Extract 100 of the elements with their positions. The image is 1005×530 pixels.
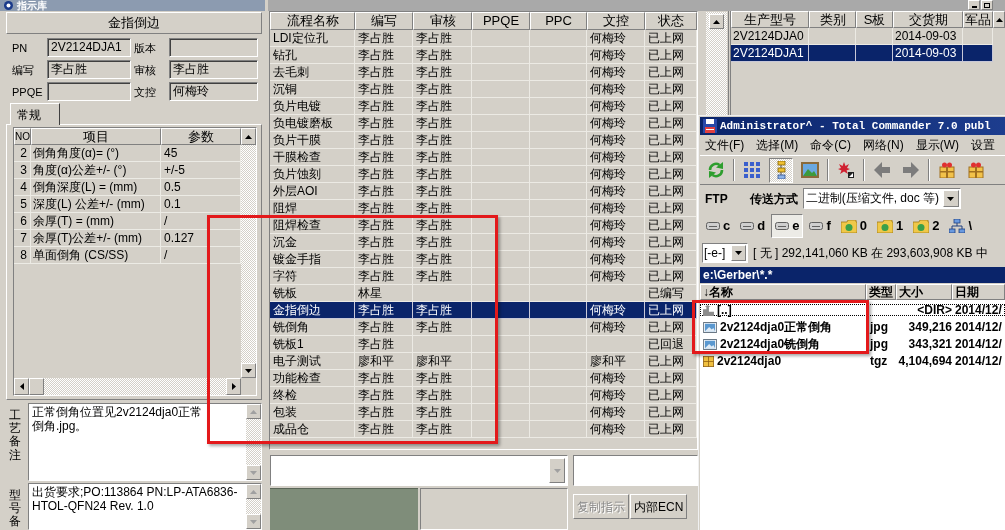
column-header[interactable]: 生产型号 (731, 11, 809, 28)
menu-item[interactable]: 显示(W) (915, 137, 959, 153)
table-row[interactable]: 沉铜 李占胜 李占胜 何梅玲 已上网 (270, 81, 697, 98)
table-row[interactable]: 终检 李占胜 李占胜 何梅玲 已上网 (270, 387, 697, 404)
menu-item[interactable]: 文件(F) (705, 137, 745, 153)
table-row[interactable]: 2V2124DJA0 2014-09-03 (731, 28, 993, 45)
triangle-up-icon (245, 134, 252, 139)
text-field[interactable]: 2V2124DJA1 (47, 38, 131, 57)
vertical-scrollbar[interactable] (706, 12, 727, 115)
column-header[interactable]: 类别 (809, 11, 856, 28)
column-header[interactable]: 状态 (645, 12, 697, 30)
file-row[interactable]: 2v2124dja0铣倒角 jpg 343,321 2014/12/ (700, 338, 1005, 350)
table-row[interactable]: 外层AOI 李占胜 李占胜 何梅玲 已上网 (270, 183, 697, 200)
table-row[interactable]: 电子测试 廖和平 廖和平 廖和平 已上网 (270, 353, 697, 370)
drive-button[interactable]: c (702, 214, 735, 238)
text-area[interactable]: 出货要求;PO:113864 PN:LP-ATA6836-HTOL-QFN24 Rev. 1.0 (28, 483, 262, 530)
table-row[interactable]: 阻焊 李占胜 李占胜 何梅玲 已上网 (270, 200, 697, 217)
maximize-icon (984, 2, 990, 8)
drive-button[interactable]: \ (945, 214, 977, 238)
column-header[interactable]: PPC (530, 12, 587, 30)
table-row[interactable]: 干膜检查 李占胜 李占胜 何梅玲 已上网 (270, 149, 697, 166)
file-row[interactable]: 2v2124dja0 tgz 4,104,694 2014/12/ (700, 355, 1005, 367)
table-row[interactable]: 负片蚀刻 李占胜 李占胜 何梅玲 已上网 (270, 166, 697, 183)
column-header[interactable]: 文控 (587, 12, 645, 30)
dropdown-button[interactable] (942, 190, 959, 207)
menu-item[interactable]: 选择(M) (756, 137, 799, 153)
menu-item[interactable]: 命令(C) (810, 137, 851, 153)
column-header[interactable]: 流程名称 (270, 12, 355, 30)
text-field[interactable]: 李占胜 (47, 60, 131, 79)
table-row[interactable]: 包装 李占胜 李占胜 何梅玲 已上网 (270, 404, 697, 421)
table-row[interactable]: 负电镀磨板 李占胜 李占胜 何梅玲 已上网 (270, 115, 697, 132)
scroll-down-button[interactable] (241, 363, 256, 378)
row-number: 8 (14, 247, 31, 264)
drive-combo[interactable]: [-e-] (702, 243, 748, 263)
minimize-button[interactable] (968, 0, 980, 10)
scroll-right-button[interactable] (226, 378, 241, 395)
scroll-left-button[interactable] (14, 378, 29, 395)
table-row[interactable]: 成品仓 李占胜 李占胜 何梅玲 已上网 (270, 421, 697, 438)
table-row[interactable]: 镀金手指 李占胜 李占胜 何梅玲 已上网 (270, 251, 697, 268)
table-row[interactable]: 阻焊检查 李占胜 李占胜 何梅玲 已上网 (270, 217, 697, 234)
table-row[interactable]: 2V2124DJA1 2014-09-03 (731, 45, 993, 62)
maximize-button[interactable] (981, 0, 993, 10)
horizontal-scrollbar[interactable] (14, 378, 241, 395)
scroll-up-button[interactable] (709, 14, 724, 29)
file-date: 2014/12/ (954, 355, 1003, 367)
table-row[interactable]: 铣倒角 李占胜 李占胜 何梅玲 已上网 (270, 319, 697, 336)
table-row[interactable]: 铣板1 李占胜 已回退 (270, 336, 697, 353)
table-row[interactable]: 功能检查 李占胜 李占胜 何梅玲 已上网 (270, 370, 697, 387)
drive-button[interactable]: 2 (909, 214, 944, 238)
scroll-up-button[interactable] (993, 11, 1005, 28)
action-button[interactable]: 内部ECN (630, 494, 688, 519)
column-header[interactable]: PPQE (472, 12, 530, 30)
column-header[interactable]: ↓名称 (700, 284, 866, 300)
column-header[interactable]: 参数 (161, 128, 241, 145)
table-row[interactable]: 沉金 李占胜 李占胜 何梅玲 已上网 (270, 234, 697, 251)
tree-view-button[interactable] (769, 157, 793, 183)
combo-box[interactable] (270, 455, 568, 486)
text-field[interactable] (573, 455, 698, 486)
text-field[interactable]: 何梅玲 (169, 82, 258, 101)
column-header[interactable]: 编写 (355, 12, 413, 30)
table-row[interactable]: 去毛刺 李占胜 李占胜 何梅玲 已上网 (270, 64, 697, 81)
table-row[interactable]: 金指倒边 李占胜 李占胜 何梅玲 已上网 (270, 302, 697, 319)
drive-button[interactable]: 0 (836, 214, 871, 238)
table-cell: 余厚(T)公差+/- (mm) (31, 230, 161, 247)
column-header[interactable]: 军品 (963, 11, 993, 28)
file-size: 349,216 (907, 321, 952, 333)
column-header[interactable]: 项目 (31, 128, 161, 145)
column-header[interactable]: 大小 (896, 284, 952, 300)
column-header[interactable]: 审核 (413, 12, 472, 30)
file-row[interactable]: [..] <DIR> 2014/12/ (700, 304, 1005, 316)
table-row[interactable]: 铣板 林星 已编写 (270, 285, 697, 302)
column-header[interactable]: 日期 (952, 284, 1005, 300)
note-label: 工艺备注 (9, 409, 21, 462)
text-area[interactable]: 正常倒角位置见2v2124dja0正常倒角.jpg。 (28, 403, 262, 481)
table-row[interactable]: 钻孔 李占胜 李占胜 何梅玲 已上网 (270, 47, 697, 64)
dropdown-button[interactable] (731, 245, 746, 261)
column-header[interactable]: 类型 (866, 284, 896, 300)
drive-button[interactable]: 1 (873, 214, 908, 238)
table-row[interactable]: 负片干膜 李占胜 李占胜 何梅玲 已上网 (270, 132, 697, 149)
vertical-scrollbar[interactable] (241, 128, 256, 378)
column-header[interactable]: S板 (856, 11, 893, 28)
menu-item[interactable]: 设置 (971, 137, 995, 153)
table-row[interactable]: 字符 李占胜 李占胜 何梅玲 已上网 (270, 268, 697, 285)
right-arrow-icon (903, 162, 919, 178)
scroll-up-button[interactable] (241, 128, 256, 145)
transfer-mode-combo[interactable]: 二进制(压缩文件, doc 等) (802, 188, 961, 209)
scroll-thumb[interactable] (29, 378, 44, 395)
text-field[interactable] (169, 38, 258, 57)
menu-item[interactable]: 网络(N) (863, 137, 904, 153)
table-row[interactable]: 负片电镀 李占胜 李占胜 何梅玲 已上网 (270, 98, 697, 115)
file-row[interactable]: 2v2124dja0正常倒角 jpg 349,216 2014/12/ (700, 321, 1005, 333)
column-header[interactable]: NO (14, 128, 31, 145)
tab[interactable]: 常规 (10, 103, 60, 125)
drive-button[interactable]: f (805, 214, 835, 238)
drive-button[interactable]: d (736, 214, 770, 238)
table-row[interactable]: LDI定位孔 李占胜 李占胜 何梅玲 已上网 (270, 30, 697, 47)
text-field[interactable] (47, 82, 131, 101)
column-header[interactable]: 交货期 (893, 11, 963, 28)
text-field[interactable]: 李占胜 (169, 60, 258, 79)
drive-button[interactable]: e (771, 214, 804, 238)
